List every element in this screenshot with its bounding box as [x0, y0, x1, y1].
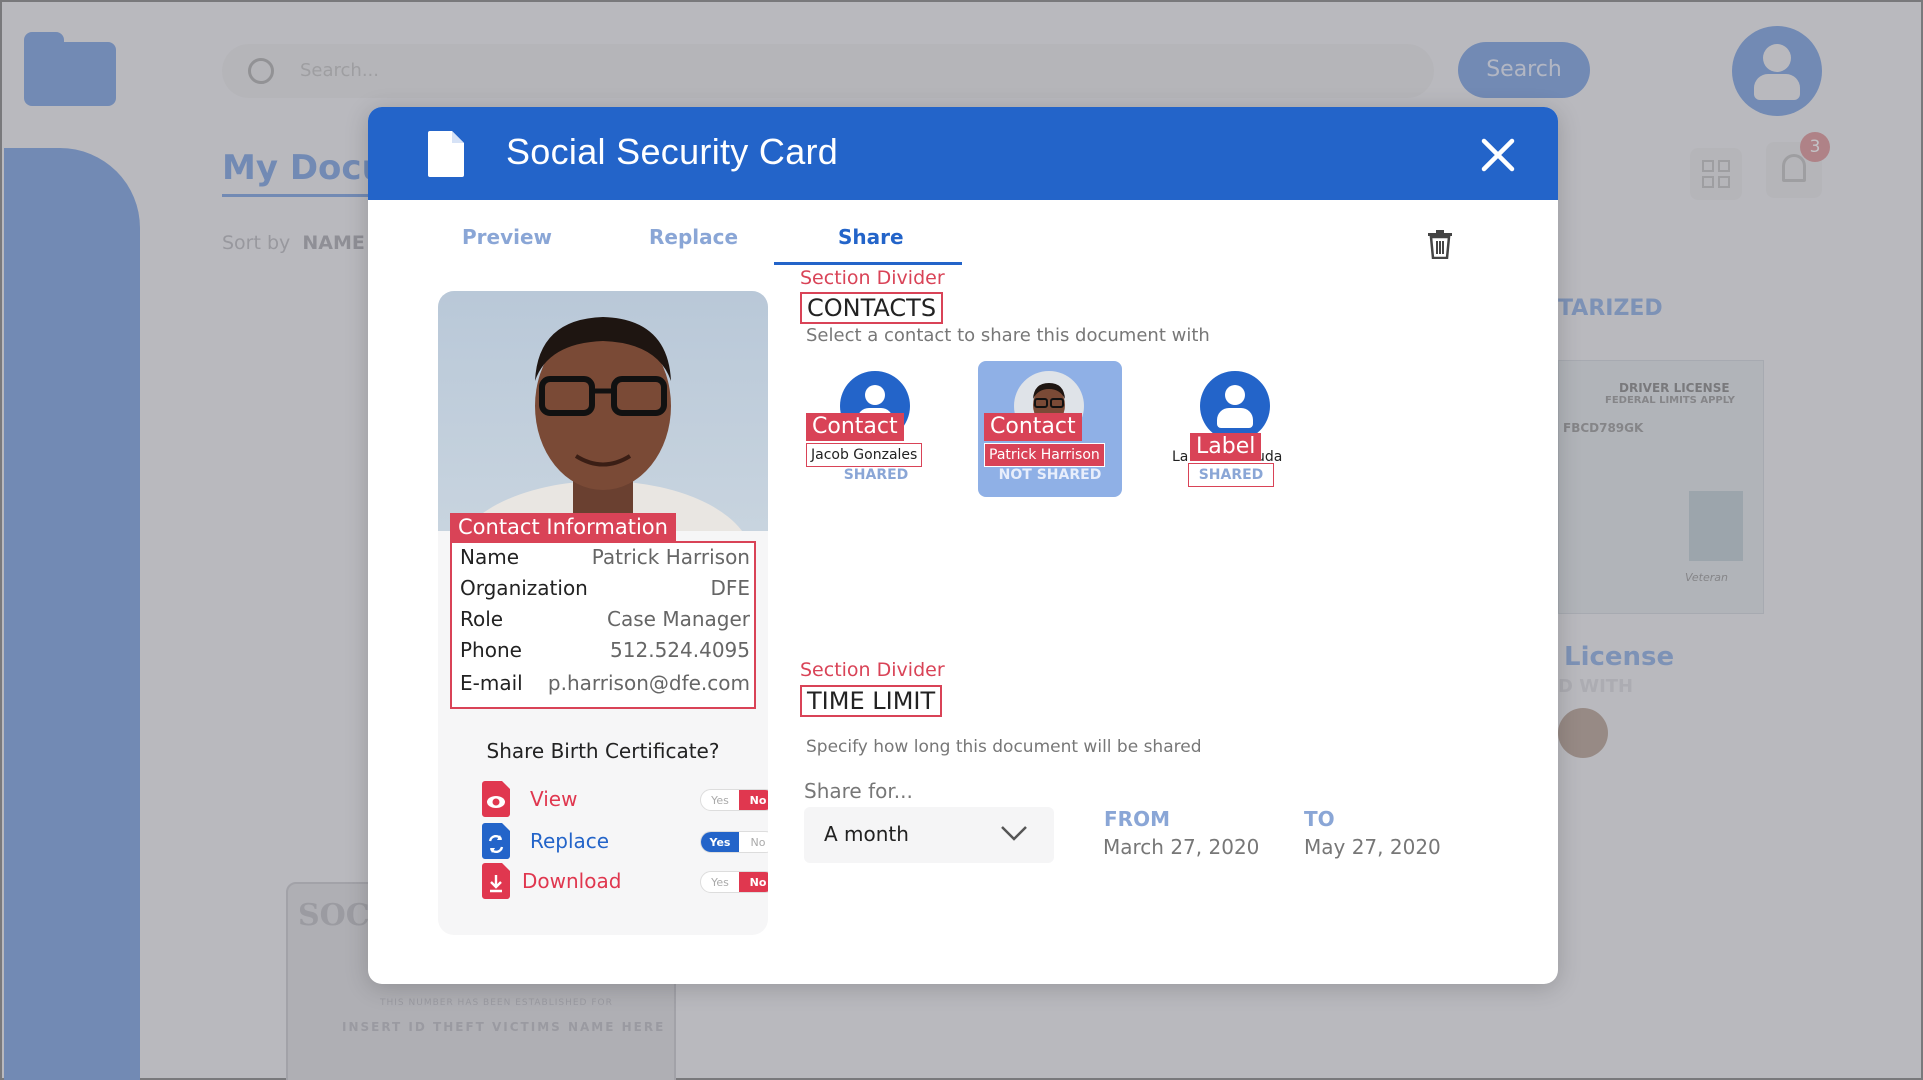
contact-card-third[interactable]: La uda Label SHARED [1164, 361, 1308, 497]
modal-title: Social Security Card [506, 131, 839, 172]
contact-tag: Contact [984, 413, 1082, 441]
toggle-no: No [739, 790, 768, 810]
info-value: 512.524.4095 [610, 638, 750, 662]
share-for-label: Share for... [804, 779, 913, 803]
contact-profile-card: Contact Information Name Patrick Harrison… [438, 291, 768, 935]
duration-select[interactable]: A month [804, 807, 1054, 863]
view-toggle[interactable]: Yes No [700, 789, 768, 811]
info-value: DFE [710, 576, 750, 600]
contact-name-left: La [1172, 449, 1189, 465]
close-icon[interactable] [1478, 135, 1518, 175]
contact-card-patrick[interactable]: Contact Patrick Harrison NOT SHARED [978, 361, 1122, 497]
contact-status: SHARED [843, 467, 909, 483]
share-question: Share Birth Certificate? [486, 739, 720, 763]
to-date: May 27, 2020 [1304, 835, 1441, 859]
toggle-no: No [750, 836, 766, 849]
download-icon [482, 863, 510, 899]
permission-label: Replace [530, 829, 610, 853]
time-subtitle: Specify how long this document will be s… [806, 737, 1202, 757]
active-tab-indicator [774, 262, 962, 265]
from-date: March 27, 2020 [1103, 835, 1260, 859]
info-key: Organization [460, 576, 588, 600]
contact-card-jacob[interactable]: Contact Jacob Gonzales SHARED [804, 361, 948, 497]
contact-photo [438, 291, 768, 531]
info-value: Patrick Harrison [591, 545, 750, 569]
person-icon [1200, 371, 1270, 441]
contact-name: Patrick Harrison [984, 443, 1105, 467]
replace-toggle[interactable]: Yes No [700, 831, 768, 853]
info-key: E-mail [460, 671, 523, 695]
from-label: FROM [1104, 807, 1170, 831]
contact-status: NOT SHARED [998, 467, 1102, 483]
toggle-yes: Yes [711, 876, 729, 889]
contact-tag: Contact [806, 413, 904, 441]
tab-replace[interactable]: Replace [649, 225, 738, 249]
share-document-modal: Social Security Card Preview Replace Sha… [368, 107, 1558, 984]
permission-label: View [530, 787, 578, 811]
time-divider-label: Section Divider [800, 659, 945, 681]
permission-view: View Yes No [482, 781, 768, 821]
contact-tag: Label [1190, 433, 1262, 461]
time-section-title: TIME LIMIT [800, 685, 943, 717]
contacts-subtitle: Select a contact to share this document … [806, 325, 1210, 346]
info-key: Role [460, 607, 504, 631]
contact-status-box: SHARED [1188, 463, 1274, 487]
info-value: Case Manager [607, 607, 750, 631]
replace-icon [482, 823, 510, 859]
tab-preview[interactable]: Preview [462, 225, 552, 249]
contact-status: SHARED [1198, 467, 1264, 483]
duration-value: A month [824, 822, 909, 846]
document-icon [428, 131, 464, 177]
toggle-yes: Yes [701, 832, 739, 852]
view-icon [482, 781, 510, 817]
trash-icon[interactable] [1426, 229, 1454, 259]
chevron-down-icon [1001, 826, 1027, 841]
contacts-section-title: CONTACTS [800, 292, 944, 324]
contacts-divider-label: Section Divider [800, 267, 945, 289]
permission-label: Download [522, 869, 622, 893]
permission-download: Download Yes No [482, 863, 768, 903]
download-toggle[interactable]: Yes No [700, 871, 768, 893]
tab-share[interactable]: Share [838, 225, 904, 249]
modal-header: Social Security Card [368, 107, 1558, 200]
info-value: p.harrison@dfe.com [547, 671, 750, 695]
info-key: Phone [460, 638, 522, 662]
contact-name: Jacob Gonzales [806, 443, 923, 467]
contact-info-box: Name Patrick Harrison Organization DFE Rol… [450, 541, 756, 709]
toggle-yes: Yes [711, 794, 729, 807]
permission-replace: Replace Yes No [482, 823, 768, 863]
info-key: Name [460, 545, 520, 569]
toggle-no: No [739, 872, 768, 892]
contact-information-tag: Contact Information [450, 513, 676, 541]
to-label: TO [1304, 807, 1335, 831]
